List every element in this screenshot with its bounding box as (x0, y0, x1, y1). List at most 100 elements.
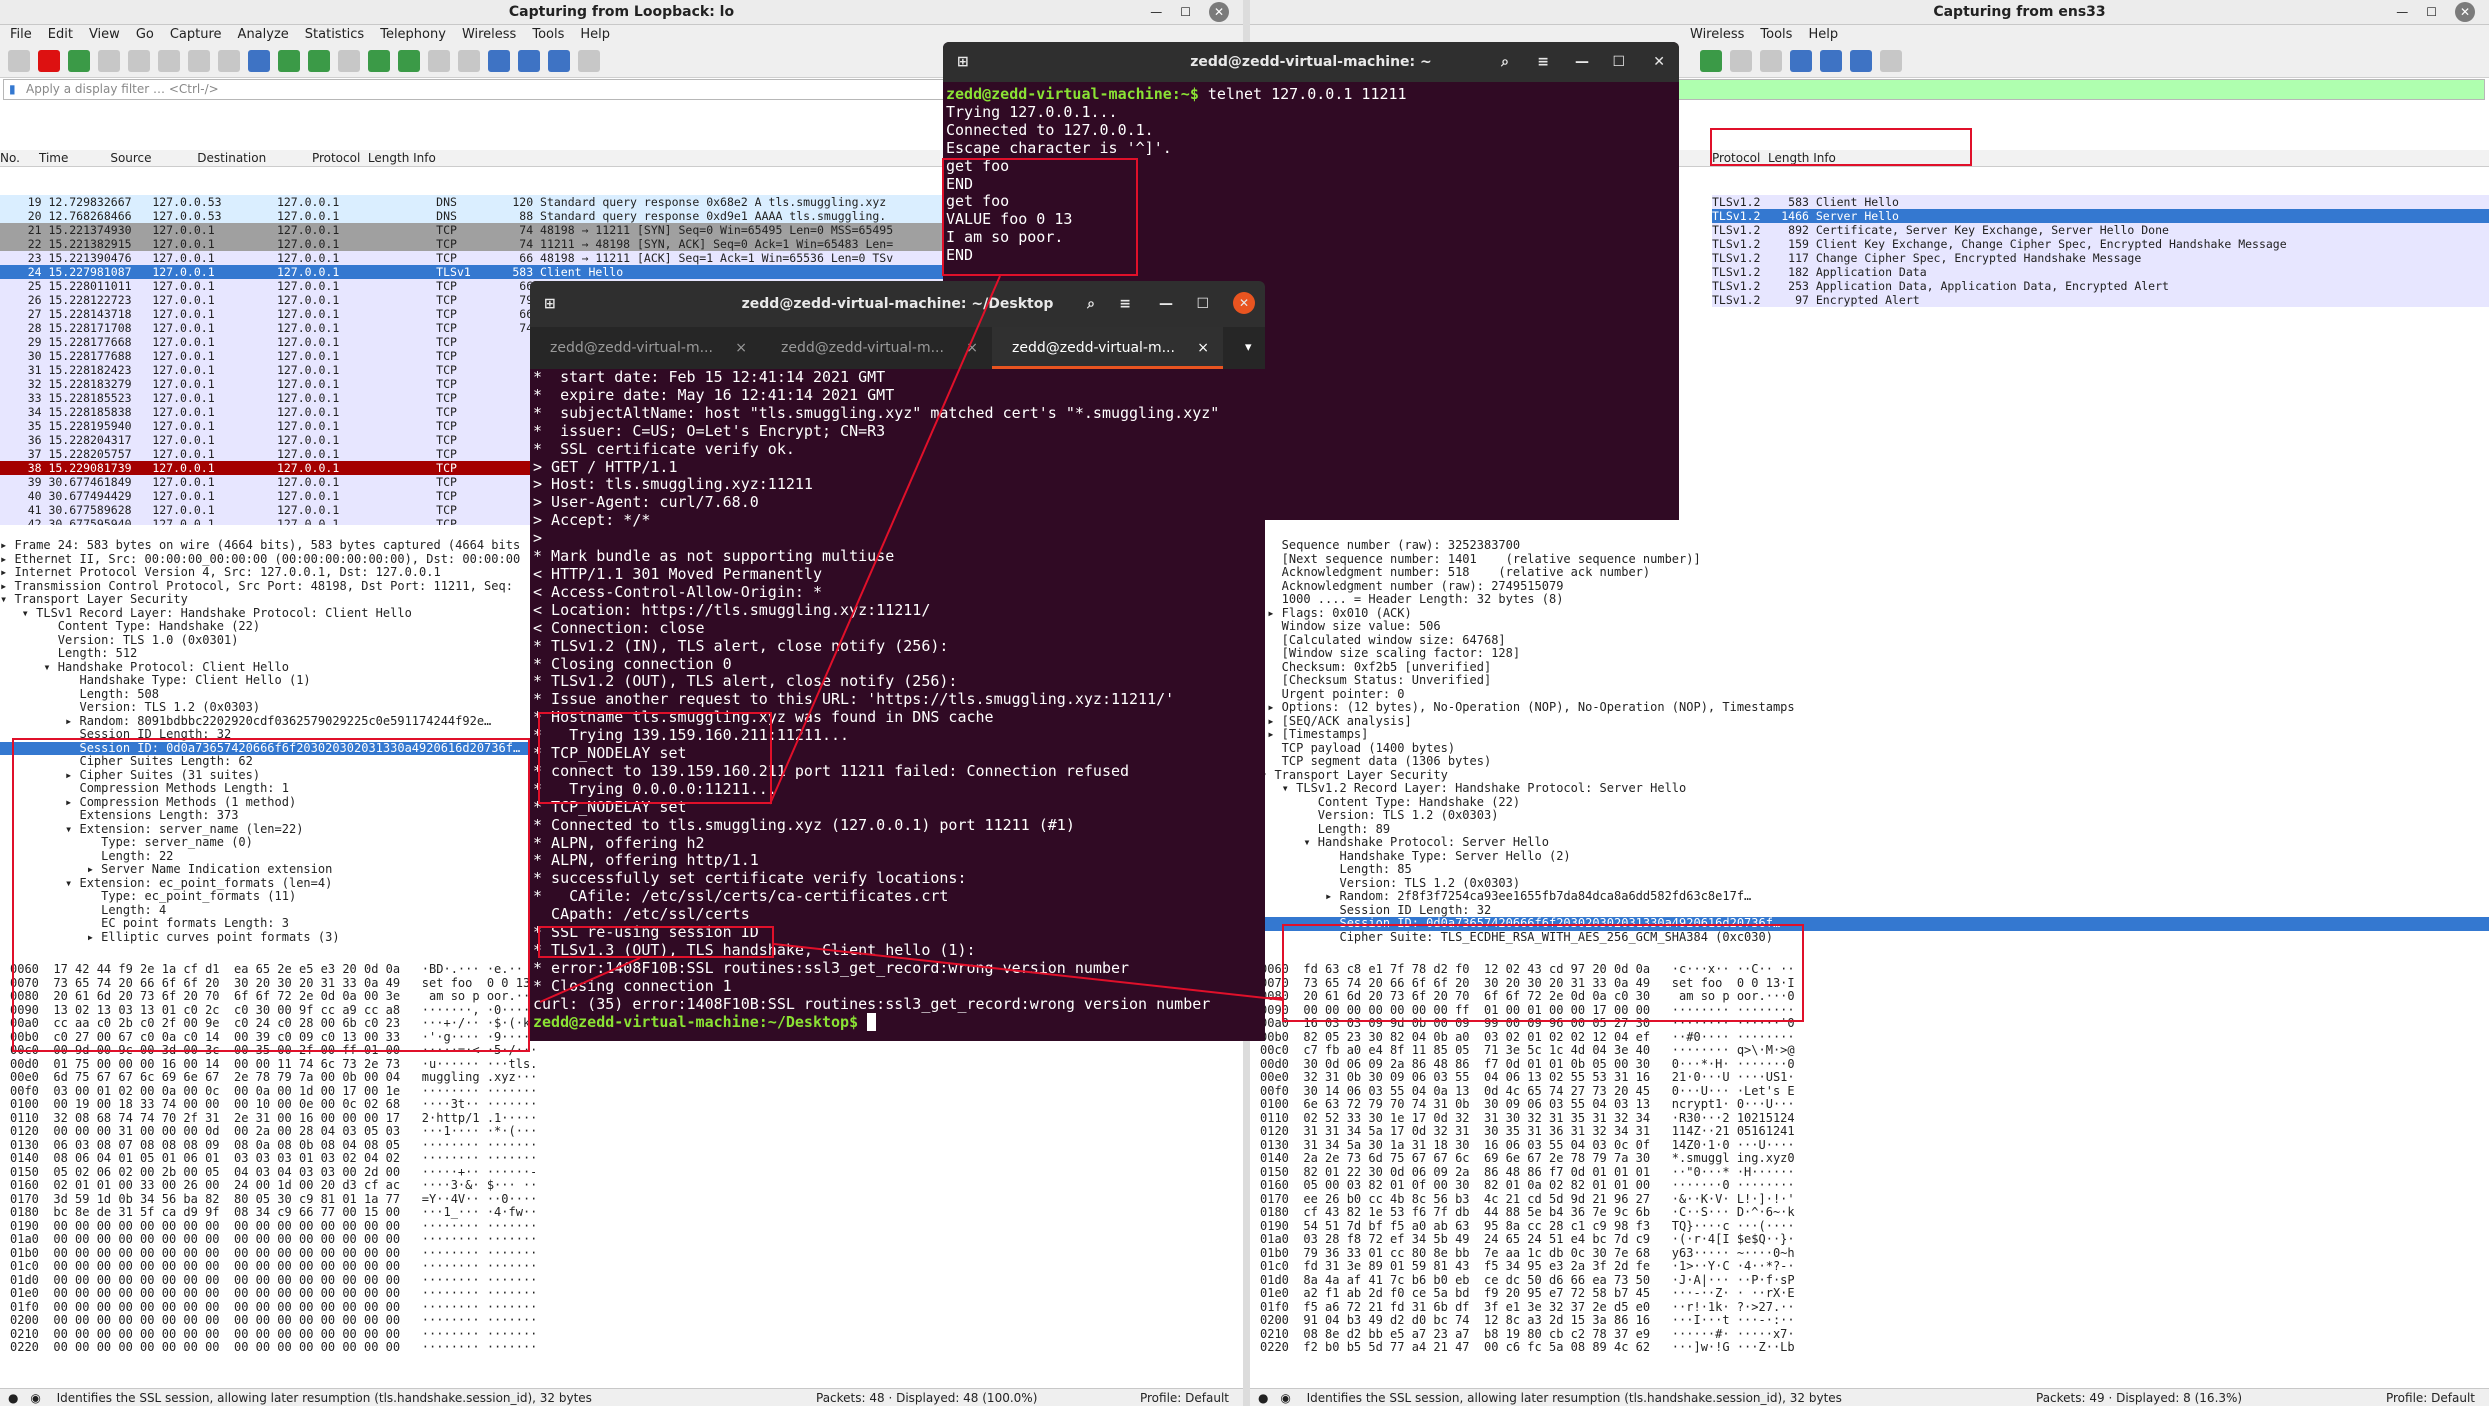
telnet-terminal-content[interactable]: zedd@zedd-virtual-machine:~$ telnet 127.… (943, 82, 1679, 265)
detail-line[interactable]: ▸ [SEQ/ACK analysis] (1260, 714, 2489, 729)
expert-info-icon[interactable]: ● (1258, 1391, 1268, 1405)
detail-line[interactable]: ▸ Server Name Indication extension (0, 862, 535, 877)
detail-line[interactable]: ▸ Flags: 0x010 (ACK) (1260, 606, 2489, 621)
detail-line[interactable]: TCP payload (1400 bytes) (1260, 741, 2489, 756)
hex-line[interactable]: 0150 05 02 06 02 00 2b 00 05 04 03 04 03… (10, 1165, 535, 1180)
hex-line[interactable]: 0070 73 65 74 20 66 6f 6f 20 30 20 30 20… (10, 976, 535, 991)
maximize-icon[interactable]: ☐ (1612, 42, 1625, 82)
close-file-icon[interactable] (188, 50, 210, 72)
detail-line[interactable]: Handshake Type: Server Hello (2) (1260, 849, 2489, 864)
find-packet-icon[interactable] (248, 50, 270, 72)
hex-line[interactable]: 01a0 00 00 00 00 00 00 00 00 00 00 00 00… (10, 1232, 535, 1247)
minimize-icon[interactable]: — (1159, 281, 1173, 327)
hex-line[interactable]: 0220 f2 b0 b5 5d 77 a4 21 47 00 c6 fc 5a… (1260, 1340, 2489, 1355)
detail-line[interactable]: ▸ Random: 8091bdbbc2202920cdf03625790292… (0, 714, 535, 729)
tabs-dropdown-icon[interactable]: ▾ (1223, 327, 1252, 369)
maximize-icon[interactable]: ☐ (1196, 281, 1209, 327)
detail-line[interactable]: Compression Methods Length: 1 (0, 781, 535, 796)
go-first-icon[interactable] (1700, 50, 1722, 72)
detail-line[interactable]: ▸ Elliptic curves point formats (3) (0, 930, 535, 945)
detail-line[interactable]: Length: 4 (0, 903, 535, 918)
detail-line[interactable]: ▸ Transmission Control Protocol, Src Por… (0, 579, 535, 594)
hex-line[interactable]: 0100 6e 63 72 79 70 74 31 0b 30 09 06 03… (1260, 1097, 2489, 1112)
curl-terminal-content[interactable]: * start date: Feb 15 12:41:14 2021 GMT * … (530, 368, 1265, 1032)
hex-line[interactable]: 01e0 a2 f1 ab 2d f0 ce 5a bd f9 20 95 e7… (1260, 1286, 2489, 1301)
close-icon[interactable]: ✕ (1233, 292, 1255, 314)
menu-icon[interactable]: ≡ (1119, 281, 1131, 327)
detail-line[interactable]: Length: 22 (0, 849, 535, 864)
menu-file[interactable]: File (10, 25, 32, 45)
new-tab-icon[interactable]: ⊞ (957, 42, 969, 82)
hex-line[interactable]: 0220 00 00 00 00 00 00 00 00 00 00 00 00… (10, 1340, 535, 1355)
zoom-in-icon[interactable] (488, 50, 510, 72)
profile-label[interactable]: Profile: Default (1140, 1389, 1229, 1406)
reload-icon[interactable] (218, 50, 240, 72)
maximize-icon[interactable]: ☐ (2426, 5, 2437, 19)
save-file-icon[interactable] (158, 50, 180, 72)
terminal-tab-2[interactable]: zedd@zedd-virtual-m... × (761, 327, 992, 369)
packet-row[interactable]: TLSv1.2 1466 Server Hello (1712, 209, 2489, 223)
detail-line[interactable]: Type: server_name (0) (0, 835, 535, 850)
detail-line[interactable]: Version: TLS 1.0 (0x0301) (0, 633, 535, 648)
hex-line[interactable]: 00f0 03 00 01 02 00 0a 00 0c 00 0a 00 1d… (10, 1084, 535, 1099)
close-icon[interactable]: ✕ (2455, 2, 2475, 22)
detail-line[interactable]: Acknowledgment number: 518 (relative ack… (1260, 565, 2489, 580)
go-first-icon[interactable] (368, 50, 390, 72)
detail-line[interactable]: Sequence number (raw): 3252383700 (1260, 538, 2489, 553)
detail-line[interactable]: Urgent pointer: 0 (1260, 687, 2489, 702)
detail-line[interactable]: ▸ Options: (12 bytes), No-Operation (NOP… (1260, 700, 2489, 715)
autoscroll-icon[interactable] (428, 50, 450, 72)
menu-go[interactable]: Go (136, 25, 154, 45)
hex-line[interactable]: 00c0 00 9d 00 9c 00 3d 00 3c 00 35 00 2f… (10, 1043, 535, 1058)
hex-line[interactable]: 00d0 01 75 00 00 00 16 00 14 00 00 11 74… (10, 1057, 535, 1072)
capture-status-icon[interactable]: ◉ (30, 1391, 40, 1405)
minimize-icon[interactable]: — (2396, 5, 2408, 19)
hex-line[interactable]: 00d0 30 0d 06 09 2a 86 48 86 f7 0d 01 01… (1260, 1057, 2489, 1072)
detail-line[interactable]: Extensions Length: 373 (0, 808, 535, 823)
capture-options-icon[interactable] (98, 50, 120, 72)
menu-tools[interactable]: Tools (1760, 25, 1792, 45)
detail-line[interactable]: [Next sequence number: 1401 (relative se… (1260, 552, 2489, 567)
go-back-icon[interactable] (278, 50, 300, 72)
detail-line[interactable]: ▾ Transport Layer Security (1260, 768, 2489, 783)
hex-line[interactable]: 0180 cf 43 82 1e 53 f6 7f db 44 88 5e b4… (1260, 1205, 2489, 1220)
zoom-out-icon[interactable] (1820, 50, 1842, 72)
go-to-packet-icon[interactable] (338, 50, 360, 72)
hex-line[interactable]: 0090 13 02 13 03 13 01 c0 2c c0 30 00 9f… (10, 1003, 535, 1018)
packet-row[interactable]: TLSv1.2 117 Change Cipher Spec, Encrypte… (1712, 251, 2489, 265)
menu-wireless[interactable]: Wireless (462, 25, 516, 45)
terminal-tab-3[interactable]: zedd@zedd-virtual-m... × (992, 327, 1223, 369)
hex-line[interactable]: 00b0 c0 27 00 67 c0 0a c0 14 00 39 c0 09… (10, 1030, 535, 1045)
left-packet-bytes[interactable]: 0060 17 42 44 f9 2e 1a cf d1 ea 65 2e e5… (0, 963, 535, 1388)
hex-line[interactable]: 01c0 fd 31 3e 89 01 59 81 43 f5 34 95 e3… (1260, 1259, 2489, 1274)
hex-line[interactable]: 00e0 6d 75 67 67 6c 69 6e 67 2e 78 79 7a… (10, 1070, 535, 1085)
zoom-reset-icon[interactable] (548, 50, 570, 72)
search-icon[interactable]: ⌕ (1087, 281, 1095, 327)
detail-line[interactable]: Cipher Suites Length: 62 (0, 754, 535, 769)
menu-help[interactable]: Help (580, 25, 610, 45)
hex-line[interactable]: 0170 3d 59 1d 0b 34 56 ba 82 80 05 30 c9… (10, 1192, 535, 1207)
detail-line[interactable]: ▸ Compression Methods (1 method) (0, 795, 535, 810)
capture-status-icon[interactable]: ◉ (1280, 1391, 1290, 1405)
hex-line[interactable]: 0200 91 04 b3 49 d2 d0 bc 74 12 8c a3 2d… (1260, 1313, 2489, 1328)
detail-line[interactable]: Content Type: Handshake (22) (1260, 795, 2489, 810)
open-file-icon[interactable] (128, 50, 150, 72)
hex-line[interactable]: 00f0 30 14 06 03 55 04 0a 13 0d 4c 65 74… (1260, 1084, 2489, 1099)
close-icon[interactable]: ✕ (1653, 42, 1665, 82)
terminal-tab-1[interactable]: zedd@zedd-virtual-m... × (530, 327, 761, 369)
hex-line[interactable]: 0070 73 65 74 20 66 6f 6f 20 30 20 30 20… (1260, 976, 2489, 991)
right-packet-bytes[interactable]: 0060 fd 63 c8 e1 7f 78 d2 f0 12 02 43 cd… (1250, 963, 2489, 1388)
hex-line[interactable]: 01b0 00 00 00 00 00 00 00 00 00 00 00 00… (10, 1246, 535, 1261)
menu-analyze[interactable]: Analyze (238, 25, 289, 45)
go-last-icon[interactable] (398, 50, 420, 72)
detail-line[interactable]: ▸ Ethernet II, Src: 00:00:00_00:00:00 (0… (0, 552, 535, 567)
hex-line[interactable]: 0160 05 00 03 82 01 0f 00 30 82 01 0a 02… (1260, 1178, 2489, 1193)
detail-line[interactable]: Version: TLS 1.2 (0x0303) (0, 700, 535, 715)
hex-line[interactable]: 0130 31 34 5a 30 1a 31 18 30 16 06 03 55… (1260, 1138, 2489, 1153)
go-forward-icon[interactable] (308, 50, 330, 72)
colorize-icon[interactable] (1760, 50, 1782, 72)
detail-line[interactable]: Version: TLS 1.2 (0x0303) (1260, 876, 2489, 891)
right-packet-details[interactable]: Sequence number (raw): 3252383700 [Next … (1260, 537, 2489, 957)
zoom-in-icon[interactable] (1790, 50, 1812, 72)
hex-line[interactable]: 01d0 8a 4a af 41 7c b6 b0 eb ce dc 50 d6… (1260, 1273, 2489, 1288)
